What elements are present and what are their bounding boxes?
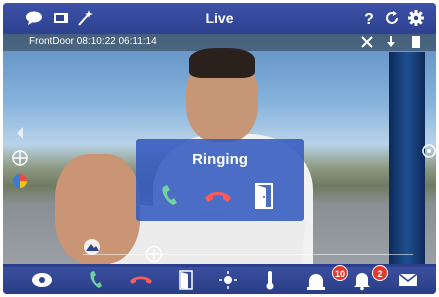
zoom-dial-icon[interactable] [420,142,436,160]
mail-icon[interactable] [395,269,421,291]
help-icon[interactable]: ? [360,9,378,27]
refresh-icon[interactable] [383,9,401,27]
visitor-hair [189,48,255,78]
snapshot-icon[interactable] [409,35,423,49]
alarm-light-icon[interactable] [303,269,329,291]
download-icon[interactable] [384,35,398,49]
alarm-count-badge: 10 [332,265,348,281]
accept-call-button[interactable] [156,181,188,211]
gear-icon[interactable] [407,9,425,27]
landscape-mode-icon[interactable] [83,238,101,256]
phone-accept-icon[interactable] [85,269,111,291]
tools-icon[interactable] [360,35,374,49]
zoom-in-icon[interactable] [145,245,163,263]
zoom-slider-track[interactable] [83,254,413,255]
top-bar: Live ? [3,3,436,34]
pan-control-icon[interactable] [11,149,29,167]
intercom-screen: Live ? FrontDoor 08:10:22 06:11:14 Ringi… [3,3,436,294]
light-icon[interactable] [215,269,241,291]
phone-hangup-icon[interactable] [128,269,154,291]
door-open-icon[interactable] [173,269,199,291]
open-door-button[interactable] [248,181,280,211]
slider-handle-icon[interactable] [11,124,29,142]
camera-name-timestamp: FrontDoor 08:10:22 06:11:14 [29,36,157,47]
thermometer-icon[interactable] [257,269,283,291]
svg-text:?: ? [364,11,374,27]
camera-info-bar: FrontDoor 08:10:22 06:11:14 [3,34,436,51]
bell-count-badge: 2 [372,265,388,281]
camera-dome-icon[interactable] [29,269,55,291]
ringing-dialog: Ringing [136,139,304,221]
reject-call-button[interactable] [202,181,234,211]
bottom-toolbar [3,267,436,294]
color-wheel-icon[interactable] [11,172,29,190]
ringing-label: Ringing [192,151,248,168]
